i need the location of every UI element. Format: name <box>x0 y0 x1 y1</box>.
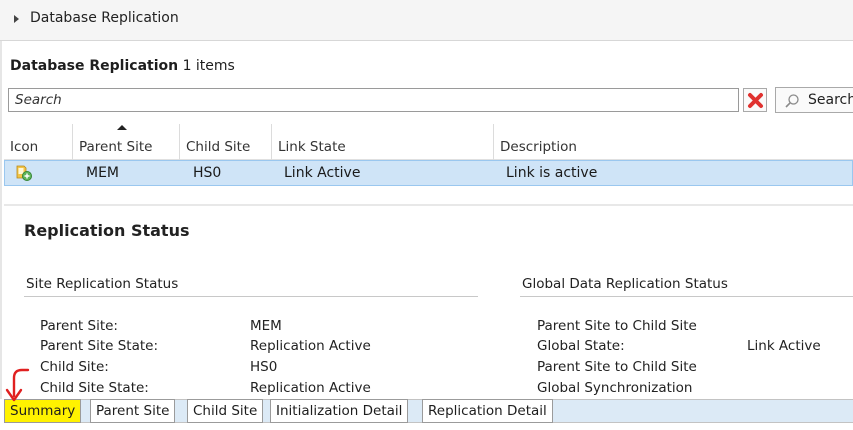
tab-replication-detail[interactable]: Replication Detail <box>422 399 553 423</box>
child-site-value: HS0 <box>250 359 278 375</box>
cell-parent-site: MEM <box>86 165 120 181</box>
search-input[interactable] <box>9 89 738 111</box>
parent-site-state-value: Replication Active <box>250 338 371 354</box>
breadcrumb-label[interactable]: Database Replication <box>30 10 179 26</box>
table-header: Icon Parent Site Child Site Link State D… <box>4 124 853 160</box>
detail-tabs: Summary Parent Site Child Site Initializ… <box>0 399 853 430</box>
global-state-label: Global State: <box>537 338 625 354</box>
clear-x-icon <box>748 93 763 108</box>
column-header-icon[interactable]: Icon <box>4 124 73 160</box>
red-arrow-icon <box>5 368 30 402</box>
global-state-value: Link Active <box>747 338 821 354</box>
search-button-label: Search <box>808 92 853 108</box>
replication-link-icon <box>16 165 32 181</box>
search-button[interactable]: Search <box>775 87 853 113</box>
replication-status-title: Replication Status <box>24 221 190 240</box>
column-header-child-site[interactable]: Child Site <box>180 124 272 160</box>
global-synchronization-label: Global Synchronization <box>537 380 693 396</box>
magnifier-icon <box>785 94 799 108</box>
cell-link-state: Link Active <box>284 165 361 181</box>
list-title: Database Replication <box>10 58 179 74</box>
child-site-state-value: Replication Active <box>250 380 371 396</box>
child-site-state-label: Child Site State: <box>40 380 149 396</box>
parent-site-label: Parent Site: <box>40 318 118 334</box>
sort-ascending-icon <box>117 125 127 130</box>
child-site-label: Child Site: <box>40 359 109 375</box>
cell-child-site: HS0 <box>193 165 222 181</box>
replication-table: Icon Parent Site Child Site Link State D… <box>4 124 853 186</box>
global-section-rule <box>520 296 853 297</box>
site-replication-status-title: Site Replication Status <box>26 276 179 292</box>
column-header-parent-site[interactable]: Parent Site <box>73 124 180 160</box>
column-header-description[interactable]: Description <box>494 124 853 160</box>
table-row[interactable]: MEM HS0 Link Active Link is active <box>4 160 853 186</box>
details-divider <box>4 204 853 206</box>
breadcrumb: Database Replication <box>0 0 853 41</box>
tab-child-site[interactable]: Child Site <box>187 399 264 423</box>
global-replication-status-title: Global Data Replication Status <box>522 276 728 292</box>
parent-site-state-label: Parent Site State: <box>40 338 158 354</box>
column-header-link-state[interactable]: Link State <box>272 124 494 160</box>
global-parent-to-child-label-2: Parent Site to Child Site <box>537 359 697 375</box>
item-count: 1 items <box>182 58 235 74</box>
clear-search-button[interactable] <box>743 88 767 112</box>
parent-site-value: MEM <box>250 318 282 334</box>
tab-parent-site[interactable]: Parent Site <box>90 399 176 423</box>
global-parent-to-child-label: Parent Site to Child Site <box>537 318 697 334</box>
site-section-rule <box>24 296 478 297</box>
search-field[interactable] <box>8 88 739 112</box>
list-header: Database Replication 1 items <box>10 58 235 74</box>
tab-initialization-detail[interactable]: Initialization Detail <box>270 399 409 423</box>
expand-chevron-icon[interactable] <box>14 15 19 23</box>
cell-description: Link is active <box>506 165 598 181</box>
